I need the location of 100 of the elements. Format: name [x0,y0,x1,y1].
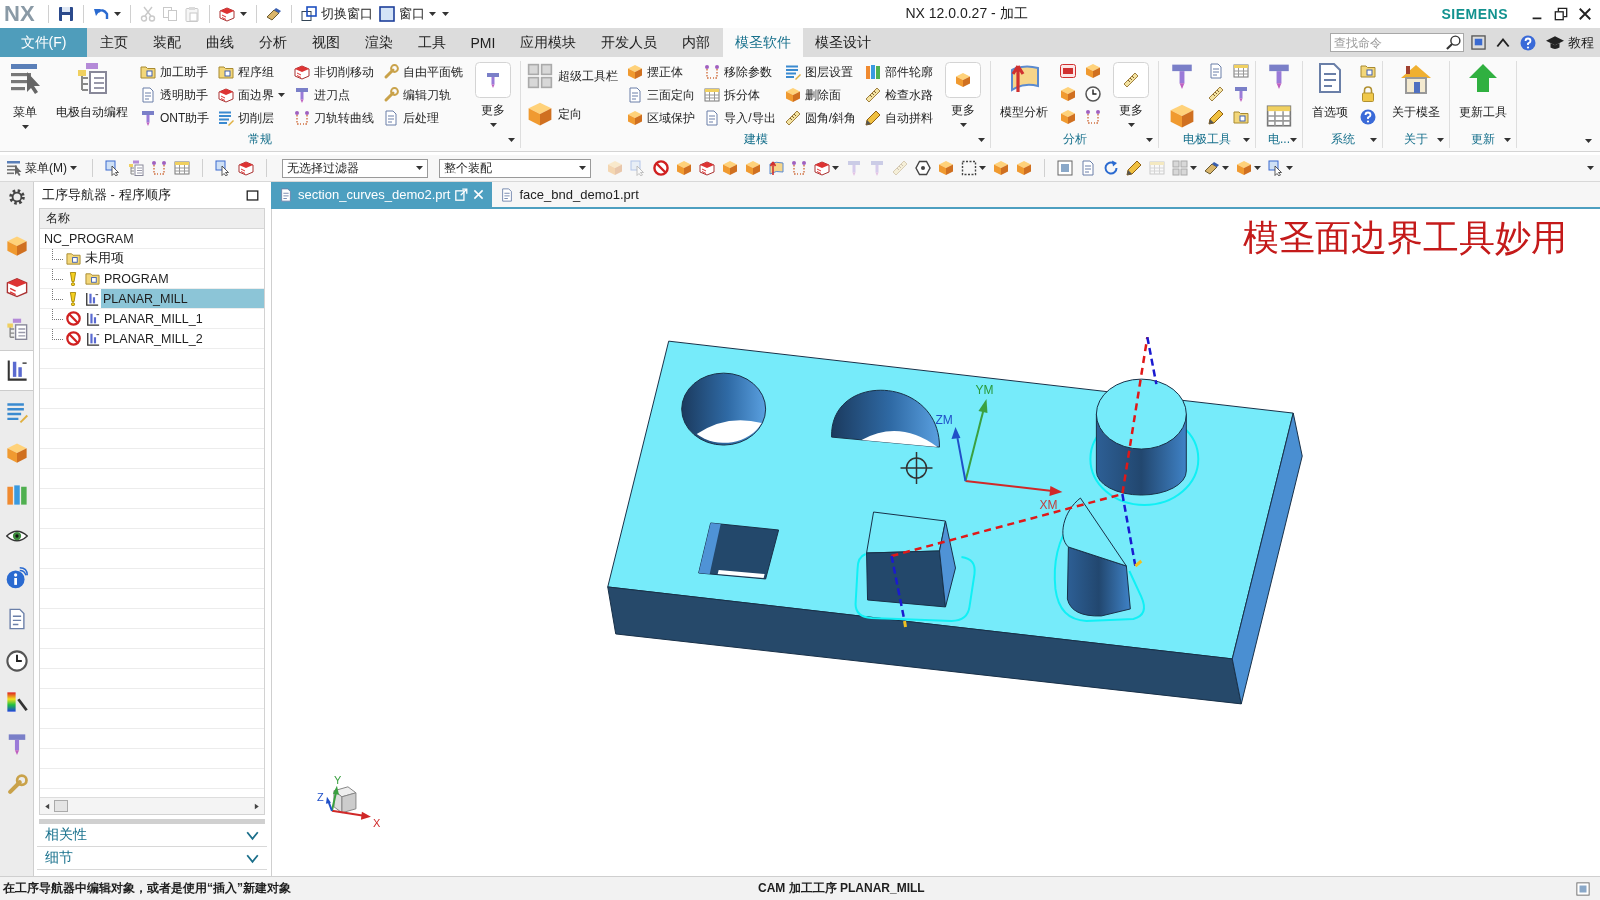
selection-box-icon[interactable] [961,160,977,176]
cube-icon[interactable] [676,160,692,176]
ribbon-button[interactable]: 后处理 [383,108,464,128]
sidebar-tab[interactable] [0,349,33,391]
scope-dropdown[interactable]: 整个装配 [439,158,591,178]
caret-icon[interactable] [1146,137,1154,142]
cutter-icon[interactable] [1233,86,1250,102]
eraser-icon[interactable] [1204,160,1220,176]
ribbon-button[interactable]: 编辑刀轨 [383,85,464,105]
horizontal-scrollbar[interactable] [40,797,264,814]
path-points-icon[interactable] [791,160,807,176]
scroll-left-icon[interactable] [43,801,52,811]
ribbon-tab[interactable]: 曲线 [193,28,246,57]
ribbon-button[interactable]: 菜单 [6,61,44,129]
caret-icon[interactable] [1370,137,1378,142]
document-icon[interactable] [1080,160,1096,176]
cube-icon[interactable] [1085,63,1102,79]
ribbon-tab[interactable]: 内部 [669,28,723,57]
cube-icon[interactable] [1060,109,1077,125]
caret-icon[interactable] [508,137,516,142]
caret-icon[interactable] [113,12,121,16]
ribbon-button[interactable]: 拆分体 [704,85,776,105]
ribbon-tab[interactable]: 开发人员 [588,28,670,57]
caret-icon[interactable] [1290,137,1298,142]
pop-out-icon[interactable] [455,188,469,201]
cube-icon[interactable] [1169,103,1196,129]
table-icon[interactable] [1266,103,1293,129]
caret-icon[interactable] [979,166,986,170]
prohibited-icon[interactable] [653,160,669,176]
caret-icon[interactable] [1286,166,1293,170]
tree-item[interactable]: NC_PROGRAM [40,229,264,248]
ribbon-button[interactable]: 自由平面铣 [383,62,464,82]
help-icon[interactable] [1360,109,1377,125]
cube-icon[interactable] [938,160,954,176]
panel-header[interactable]: 细节 [37,847,267,870]
ribbon-button[interactable]: 部件轮廓 [865,62,934,82]
ribbon-tab[interactable]: 渲染 [352,28,405,57]
caret-icon[interactable] [1190,166,1197,170]
caret-icon[interactable] [1222,166,1229,170]
cube-icon[interactable] [722,160,738,176]
rotate-icon[interactable] [1103,160,1119,176]
fit-view-icon[interactable] [1576,881,1590,896]
ribbon-button[interactable]: 更新工具 [1456,61,1511,121]
tree-item[interactable]: 未用项 [83,249,264,268]
ribbon-button[interactable]: 检查水路 [865,85,934,105]
window-menu-button[interactable]: 窗口 [375,3,439,25]
ribbon-button[interactable]: 删除面 [784,85,857,105]
clock-icon[interactable] [1085,86,1102,102]
hexagon-icon[interactable] [915,160,931,176]
ribbon-button[interactable]: 区域保护 [627,108,696,128]
ribbon-button[interactable]: 电极自动编程 [53,61,131,121]
selection-arrow-icon[interactable] [1268,160,1284,176]
caret-icon[interactable] [1437,137,1445,142]
cube-icon[interactable] [745,160,761,176]
ribbon-tab[interactable]: 主页 [87,28,140,57]
caret-icon[interactable] [1585,139,1592,143]
selection-arrow-icon[interactable] [105,160,121,176]
caret-icon[interactable] [1254,166,1261,170]
table-icon[interactable] [1233,63,1250,79]
cube-icon[interactable] [1016,160,1032,176]
ribbon-button[interactable]: 程序组 [218,62,286,82]
caret-icon[interactable] [832,166,839,170]
scroll-thumb[interactable] [54,800,68,812]
tree-item[interactable]: PLANAR_MILL [101,289,264,308]
cube-icon[interactable] [993,160,1009,176]
caret-icon[interactable] [1587,166,1594,170]
ribbon-tab[interactable]: 视图 [299,28,352,57]
fit-view-icon[interactable] [1057,160,1073,176]
ribbon-tab[interactable]: PMI [458,28,508,57]
selection-arrow-icon[interactable] [215,160,231,176]
more-button[interactable]: 更多 [1110,61,1153,127]
striped-block-icon[interactable] [699,160,715,176]
caret-icon[interactable] [1504,137,1512,142]
striped-block-icon[interactable] [814,160,830,176]
ribbon-button[interactable]: 加工助手 [140,62,210,82]
search-field[interactable]: 查找命令 [1330,33,1464,52]
ribbon-tab[interactable]: 模圣软件 [722,28,803,57]
scroll-right-icon[interactable] [252,801,261,811]
tile-icon[interactable] [1060,63,1077,79]
ribbon-button[interactable]: 关于模圣 [1389,61,1444,121]
ribbon-button[interactable]: 圆角/斜角 [784,108,857,128]
panel-header[interactable]: 相关性 [37,824,267,847]
pencil-icon[interactable] [1208,109,1225,125]
restore-icon[interactable] [1554,7,1568,21]
ribbon-button[interactable]: 导入/导出 [704,108,776,128]
close-icon[interactable] [1578,7,1592,21]
tree-item[interactable]: PLANAR_MILL_2 [102,329,264,348]
ribbon-tab[interactable]: 应用模块 [507,28,589,57]
ribbon-button[interactable]: 首选项 [1309,61,1352,121]
pencil-icon[interactable] [1126,160,1142,176]
ribbon-tab[interactable]: 装配 [140,28,193,57]
caret-icon[interactable] [441,12,449,16]
help-icon[interactable] [1520,34,1536,51]
more-button[interactable]: 更多 [472,61,515,127]
ribbon-button[interactable]: 自动拼料 [865,108,934,128]
ribbon-button[interactable]: 面边界 [218,85,286,105]
caret-icon[interactable] [239,12,247,16]
padlock-icon[interactable] [1360,86,1377,102]
folder-icon[interactable] [1360,63,1377,79]
cube-icon[interactable] [1060,86,1077,102]
